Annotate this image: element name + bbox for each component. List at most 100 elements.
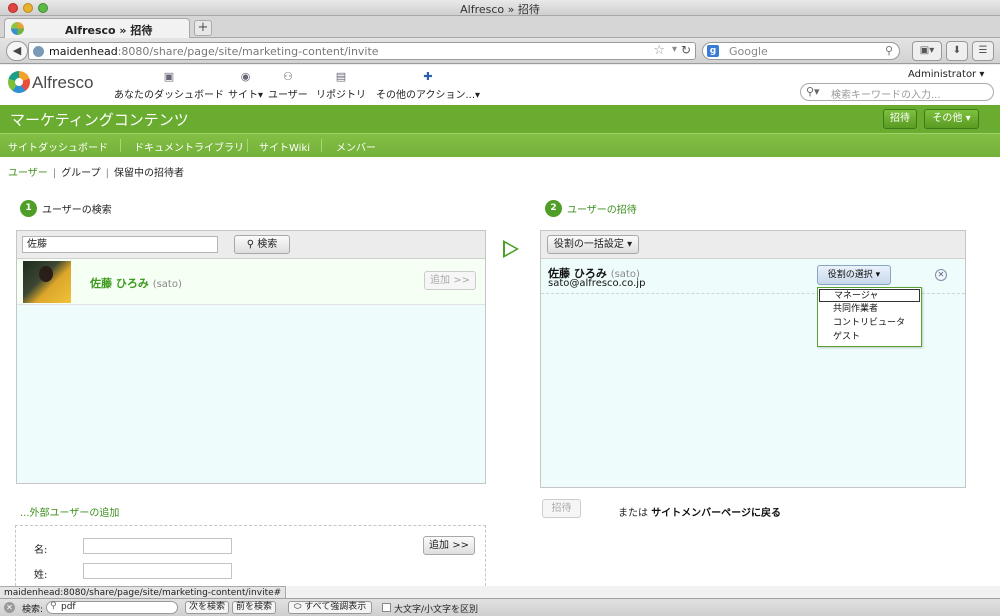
select-role-button[interactable]: 役割の選択 ▾ xyxy=(817,265,891,285)
site-nav-dashboard[interactable]: サイトダッシュボード xyxy=(8,139,108,154)
browser-search-bar[interactable]: g Google ⚲ xyxy=(702,42,900,60)
site-navigation: サイトダッシュボード ドキュメントライブラリ サイトWiki メンバー xyxy=(0,133,1000,157)
search-button[interactable]: ⚲ 検索 xyxy=(234,235,290,254)
highlight-icon: ⬭ xyxy=(293,602,302,612)
first-name-label: 名: xyxy=(34,545,48,556)
result-user-name[interactable]: 佐藤 ひろみ (sato) xyxy=(90,275,182,291)
plus-icon: ✚ xyxy=(423,70,433,83)
match-case-label: 大文字/小文字を区別 xyxy=(394,605,479,615)
avatar xyxy=(23,261,71,303)
add-user-button[interactable]: 追加 >> xyxy=(424,271,476,290)
search-results-list: 佐藤 ひろみ (sato) 追加 >> xyxy=(17,259,485,483)
address-bar[interactable]: maidenhead:8080/share/page/site/marketin… xyxy=(28,42,696,60)
chevron-down-icon: ▾ xyxy=(875,270,881,280)
site-nav-document-library[interactable]: ドキュメントライブラリ xyxy=(134,139,244,154)
bookmark-star-icon[interactable]: ☆ xyxy=(653,43,665,58)
user-search-input[interactable]: 佐藤 xyxy=(22,236,218,253)
bulk-role-button[interactable]: 役割の一括設定 ▾ xyxy=(547,235,639,254)
step2-label: ユーザーの招待 xyxy=(567,205,637,216)
back-button[interactable]: ◀ xyxy=(6,41,28,61)
last-name-field[interactable] xyxy=(83,563,232,579)
search-icon: ⚲▾ xyxy=(806,85,820,98)
header-nav-users[interactable]: ⚇ ユーザー xyxy=(268,70,308,102)
invite-toolbar: 役割の一括設定 ▾ xyxy=(541,231,965,259)
navigation-toolbar: ◀ maidenhead:8080/share/page/site/market… xyxy=(0,38,1000,64)
role-option-contributor[interactable]: コントリビュータ xyxy=(818,317,921,330)
role-option-guest[interactable]: ゲスト xyxy=(818,331,921,344)
nav-separator xyxy=(321,139,322,152)
bookmarks-toolbar-button[interactable]: ▣▾ xyxy=(912,41,942,61)
alfresco-favicon-icon xyxy=(11,22,24,35)
header-nav-more-actions[interactable]: ✚ その他のアクション...▾ xyxy=(376,70,480,102)
user-menu[interactable]: Administrator ▾ xyxy=(908,69,984,80)
remove-invitee-icon[interactable]: ✕ xyxy=(935,269,947,281)
highlight-all-button[interactable]: ⬭ すべて強調表示 xyxy=(288,601,372,614)
download-icon[interactable]: ⬇ xyxy=(946,41,968,61)
last-name-label: 姓: xyxy=(34,570,48,581)
role-option-manager[interactable]: マネージャ xyxy=(819,289,920,302)
close-find-bar-icon[interactable]: ✕ xyxy=(4,602,15,613)
more-button[interactable]: その他 ▾ xyxy=(924,109,979,129)
back-to-members-link[interactable]: サイトメンバーページに戻る xyxy=(651,508,781,519)
dashboard-icon: ▣ xyxy=(163,70,175,83)
new-tab-button[interactable]: + xyxy=(194,20,212,36)
user-search-toolbar: 佐藤 ⚲ 検索 xyxy=(17,231,485,259)
role-option-collaborator[interactable]: 共同作業者 xyxy=(818,303,921,316)
tools-menu-icon[interactable]: ☰ xyxy=(972,41,994,61)
url-text: maidenhead:8080/share/page/site/marketin… xyxy=(49,45,379,58)
step1-label: ユーザーの検索 xyxy=(42,205,112,216)
nav-separator xyxy=(120,139,121,152)
header-nav-sites[interactable]: ◉ サイト▾ xyxy=(228,70,264,102)
site-title: マーケティングコンテンツ xyxy=(10,111,189,129)
tab-strip: Alfresco » 招待 + xyxy=(0,16,1000,38)
users-icon: ⚇ xyxy=(282,70,293,83)
invite-button[interactable]: 招待 xyxy=(883,109,917,129)
url-history-arrow-icon[interactable]: ▾ xyxy=(672,44,677,55)
site-search-input[interactable]: ⚲▾ 検索キーワードの入力... xyxy=(800,83,994,101)
nav-separator xyxy=(247,139,248,152)
user-dropdown-icon: ▾ xyxy=(979,69,985,80)
step2-number: 2 xyxy=(545,200,562,217)
reload-icon[interactable]: ↻ xyxy=(681,43,691,57)
globe-icon xyxy=(33,46,44,57)
add-external-user-button[interactable]: 追加 >> xyxy=(423,536,475,555)
chevron-down-icon: ▾ xyxy=(965,113,971,124)
find-bar: ✕ 検索: pdf 次を検索 前を検索 ⬭ すべて強調表示 大文字/小文字を区別 xyxy=(0,598,1000,616)
user-search-panel: 佐藤 ⚲ 検索 佐藤 ひろみ (sato) 追加 >> xyxy=(16,230,486,484)
google-icon: g xyxy=(707,45,719,57)
match-case-checkbox[interactable] xyxy=(382,603,391,612)
step1-number: 1 xyxy=(20,200,37,217)
browser-tab[interactable]: Alfresco » 招待 xyxy=(4,18,190,38)
status-bar: maidenhead:8080/share/page/site/marketin… xyxy=(0,586,1000,598)
first-name-field[interactable] xyxy=(83,538,232,554)
find-label: 検索: xyxy=(22,605,44,615)
find-previous-button[interactable]: 前を検索 xyxy=(232,601,276,614)
breadcrumb-pending[interactable]: 保留中の招待者 xyxy=(114,168,184,179)
site-search-placeholder: 検索キーワードの入力... xyxy=(831,90,941,101)
window-title: Alfresco » 招待 xyxy=(460,3,540,16)
chevron-down-icon: ▾ xyxy=(627,239,633,250)
sites-dropdown-icon: ▾ xyxy=(258,90,264,101)
find-input[interactable]: pdf xyxy=(46,601,178,614)
step2-heading: 2 ユーザーの招待 xyxy=(545,200,637,217)
breadcrumb-groups[interactable]: グループ xyxy=(61,168,100,179)
arrow-right-icon xyxy=(503,240,519,258)
site-title-bar: マーケティングコンテンツ 招待 その他 ▾ xyxy=(0,105,1000,133)
invitee-email: sato@alfresco.co.jp xyxy=(548,278,646,289)
sites-icon: ◉ xyxy=(240,70,251,83)
breadcrumb: ユーザー | グループ | 保留中の招待者 xyxy=(8,168,184,179)
external-user-title[interactable]: ...外部ユーザーの追加 xyxy=(20,504,119,519)
site-nav-wiki[interactable]: サイトWiki xyxy=(259,139,310,154)
send-invite-button[interactable]: 招待 xyxy=(542,499,581,518)
role-dropdown-menu: マネージャ 共同作業者 コントリビュータ ゲスト xyxy=(817,287,922,347)
invite-page-content: ユーザー | グループ | 保留中の招待者 1 ユーザーの検索 佐藤 ⚲ 検索 佐藤 ひろ… xyxy=(0,157,1000,586)
invite-action-text: または サイトメンバーページに戻る xyxy=(618,508,781,519)
breadcrumb-users[interactable]: ユーザー xyxy=(8,168,48,179)
header-nav-repository[interactable]: ▤ リポジトリ xyxy=(316,71,366,102)
header-nav-dashboard[interactable]: ▣ あなたのダッシュボード xyxy=(114,70,224,102)
browser-search-placeholder: Google xyxy=(729,45,768,58)
alfresco-logo-icon xyxy=(8,71,30,93)
find-next-button[interactable]: 次を検索 xyxy=(185,601,229,614)
site-nav-members[interactable]: メンバー xyxy=(336,139,376,154)
magnifier-icon[interactable]: ⚲ xyxy=(885,44,893,57)
